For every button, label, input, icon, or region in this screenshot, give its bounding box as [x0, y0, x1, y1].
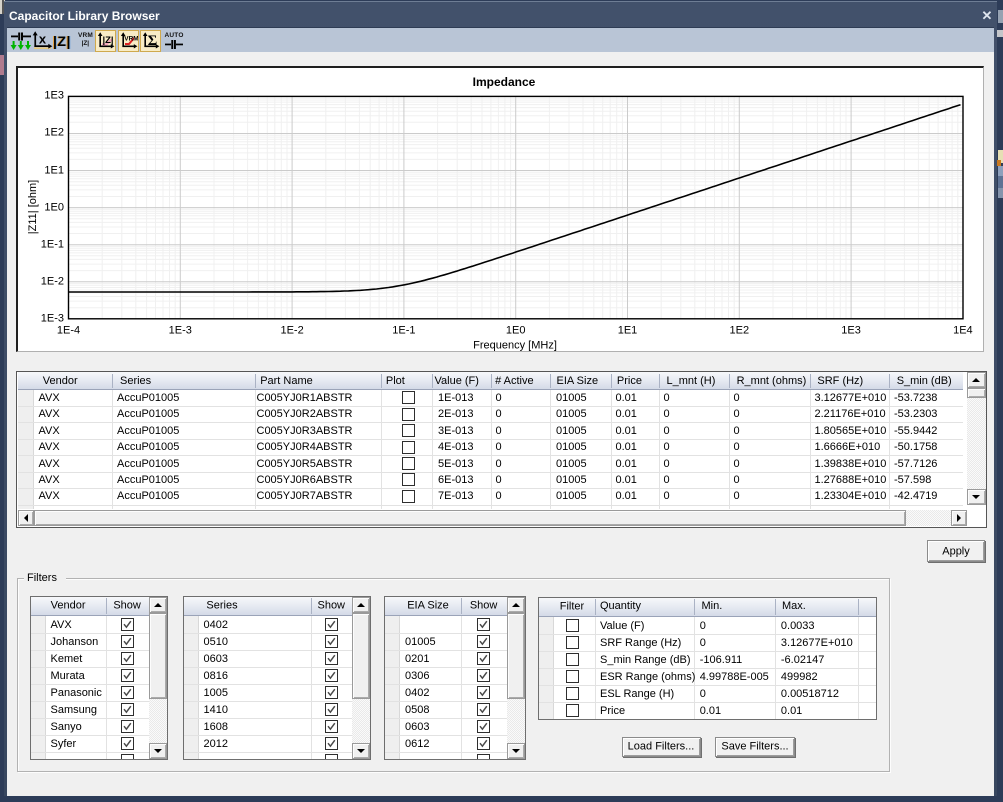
- svg-text:|Z|: |Z|: [102, 35, 113, 46]
- svg-text:Σ: Σ: [148, 32, 157, 48]
- svg-text:VRM: VRM: [124, 35, 138, 42]
- svg-text:x: x: [39, 32, 47, 47]
